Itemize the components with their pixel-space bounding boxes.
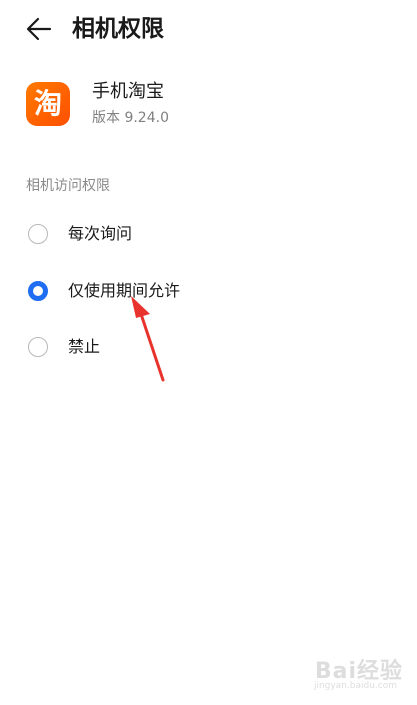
page-title: 相机权限 <box>72 16 164 42</box>
option-deny[interactable]: 禁止 <box>0 325 417 373</box>
option-allow-while-in-use[interactable]: 仅使用期间允许 <box>0 269 417 317</box>
permission-screen: 相机权限 淘 手机淘宝 版本 9.24.0 相机访问权限 每次询问 仅使用期间允… <box>0 0 417 705</box>
app-name: 手机淘宝 <box>92 81 164 102</box>
app-info: 淘 手机淘宝 版本 9.24.0 <box>0 72 417 142</box>
taobao-app-icon: 淘 <box>26 82 70 126</box>
option-label: 每次询问 <box>68 224 133 243</box>
header: 相机权限 <box>0 0 417 58</box>
radio-selected-icon[interactable] <box>28 281 48 301</box>
option-label: 禁止 <box>68 337 101 356</box>
back-button[interactable] <box>20 10 60 50</box>
section-label: 相机访问权限 <box>26 178 110 194</box>
option-ask-every-time[interactable]: 每次询问 <box>0 212 417 260</box>
baidu-jingyan-watermark: Bai经验 jingyan.baidu.com <box>291 653 403 693</box>
radio-unselected-icon[interactable] <box>28 224 48 244</box>
app-version: 版本 9.24.0 <box>92 110 169 126</box>
option-label: 仅使用期间允许 <box>68 281 181 300</box>
arrow-left-icon <box>26 17 52 41</box>
radio-unselected-icon[interactable] <box>28 337 48 357</box>
watermark-url: jingyan.baidu.com <box>313 681 397 691</box>
